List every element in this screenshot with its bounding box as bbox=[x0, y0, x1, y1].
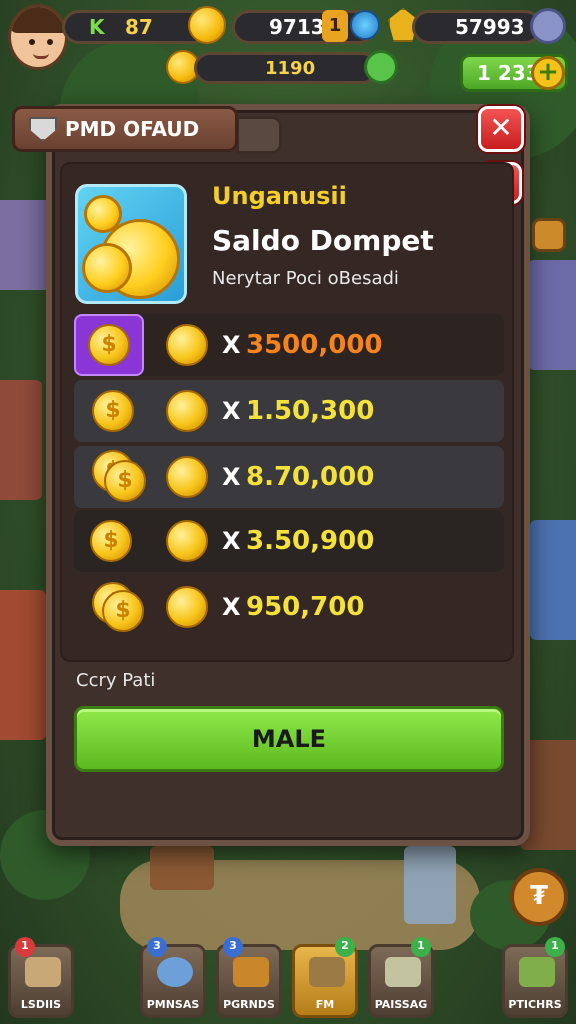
treasure-icon bbox=[233, 957, 269, 987]
coin-amount: 3500,000 bbox=[246, 330, 383, 360]
title-tab-extension bbox=[236, 116, 282, 154]
coin-package-row[interactable]: X 3.50,900 bbox=[74, 510, 504, 572]
panel-subtitle: Unganusii bbox=[212, 182, 347, 210]
coin-icon bbox=[104, 460, 146, 502]
bottom-nav-item[interactable]: 3 PMNSAS bbox=[140, 937, 206, 1018]
chest-icon bbox=[25, 957, 61, 987]
coin-icon bbox=[92, 390, 134, 432]
bag-icon bbox=[309, 957, 345, 987]
scroll-icon bbox=[385, 957, 421, 987]
coins-thumbnail bbox=[75, 184, 187, 304]
panel-title: PMD OFAUD bbox=[65, 117, 200, 141]
coin-amount: 8.70,000 bbox=[246, 462, 375, 492]
gear-icon bbox=[157, 957, 193, 987]
coin-package-row[interactable]: X 950,700 bbox=[74, 576, 504, 638]
nav-label: PGRNDS bbox=[223, 998, 275, 1011]
coin-count: 87 bbox=[125, 15, 153, 39]
panel-description: Nerytar Poci oBesadi bbox=[212, 268, 399, 289]
coin-icon bbox=[166, 586, 208, 628]
diamond-resource-bar[interactable]: 57993 bbox=[412, 10, 542, 44]
notification-badge: 3 bbox=[223, 937, 243, 957]
sub-count: 1190 bbox=[265, 57, 316, 79]
bottom-nav-item[interactable]: 2 FM bbox=[292, 937, 358, 1018]
top-hud: K 87 9713 1 57993 1190 1 233 + bbox=[0, 0, 576, 100]
bottom-nav-item[interactable]: 1 LSDIIS bbox=[8, 937, 74, 1018]
nav-label: LSDIIS bbox=[20, 998, 62, 1011]
close-button[interactable]: ✕ bbox=[478, 106, 524, 152]
chevron-icon: K bbox=[89, 15, 105, 39]
close-icon: ✕ bbox=[489, 111, 513, 144]
coin-package-row[interactable]: X 3500,000 bbox=[74, 314, 504, 376]
confirm-button-label: MALE bbox=[251, 725, 327, 753]
notification-badge: 3 bbox=[147, 937, 167, 957]
diamond-count: 57993 bbox=[455, 15, 525, 39]
coin-icon bbox=[188, 6, 226, 44]
confirm-button[interactable]: MALE bbox=[74, 706, 504, 772]
nav-label: PAISSAG bbox=[374, 998, 428, 1011]
coin-amount: 950,700 bbox=[246, 592, 365, 622]
coin-icon bbox=[166, 324, 208, 366]
coin-package-row[interactable]: X 1.50,300 bbox=[74, 380, 504, 442]
bottom-nav-item[interactable]: 1 PAISSAG bbox=[368, 937, 434, 1018]
currency-icon[interactable]: ₮ bbox=[510, 868, 568, 926]
coin-package-row[interactable]: X 8.70,000 bbox=[74, 446, 504, 508]
coin-amount: 1.50,300 bbox=[246, 396, 375, 426]
sub-resource-bar[interactable]: 1190 bbox=[194, 52, 378, 84]
leaf-icon bbox=[364, 50, 398, 84]
shield-icon bbox=[29, 117, 57, 141]
coin-icon bbox=[102, 590, 144, 632]
level-badge: 1 bbox=[322, 10, 348, 42]
coin-icon bbox=[88, 324, 130, 366]
bottom-nav-item[interactable]: 1 PTICHRS bbox=[502, 937, 568, 1018]
footer-label: Ccry Pati bbox=[76, 670, 156, 691]
notification-badge: 1 bbox=[15, 937, 35, 957]
multiplier-symbol: X bbox=[222, 331, 241, 359]
settings-icon[interactable] bbox=[530, 8, 566, 44]
coin-icon bbox=[166, 456, 208, 498]
nav-label: FM bbox=[315, 998, 335, 1011]
multiplier-symbol: X bbox=[222, 593, 241, 621]
nav-label: PMNSAS bbox=[146, 998, 200, 1011]
coin-icon bbox=[90, 520, 132, 562]
panel-title-tag: PMD OFAUD bbox=[12, 106, 238, 152]
plus-icon[interactable]: + bbox=[531, 56, 565, 90]
panel-heading: Saldo Dompet bbox=[212, 224, 434, 257]
side-tile[interactable] bbox=[532, 218, 566, 252]
lightning-icon bbox=[350, 10, 380, 40]
notification-badge: 2 bbox=[335, 937, 355, 957]
coin-icon bbox=[166, 520, 208, 562]
gem-count: 9713 bbox=[269, 15, 325, 39]
nav-label: PTICHRS bbox=[508, 998, 562, 1011]
multiplier-symbol: X bbox=[222, 397, 241, 425]
coin-amount: 3.50,900 bbox=[246, 526, 375, 556]
notification-badge: 1 bbox=[411, 937, 431, 957]
multiplier-symbol: X bbox=[222, 527, 241, 555]
notification-badge: 1 bbox=[545, 937, 565, 957]
leaf-icon bbox=[519, 957, 555, 987]
bottom-nav-item[interactable]: 3 PGRNDS bbox=[216, 937, 282, 1018]
coin-icon bbox=[166, 390, 208, 432]
multiplier-symbol: X bbox=[222, 463, 241, 491]
player-avatar[interactable] bbox=[8, 4, 68, 70]
